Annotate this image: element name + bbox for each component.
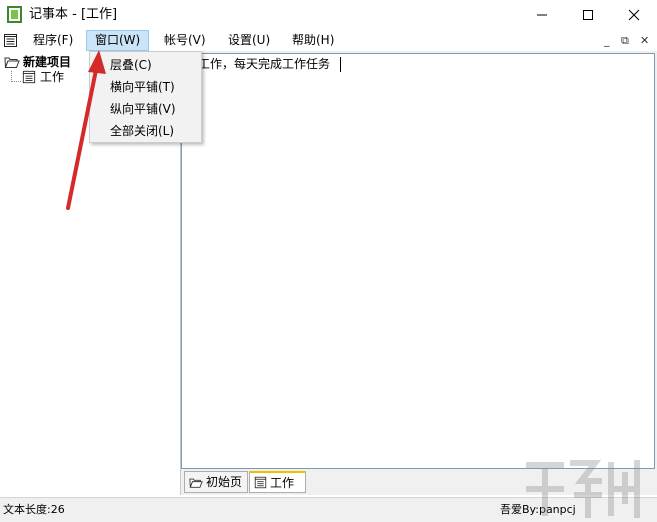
folder-icon — [189, 478, 203, 488]
text-length-status: 文本长度:26 — [3, 503, 65, 516]
tree-item-label: 工作 — [40, 70, 65, 84]
tree-item-work[interactable]: 工作 — [22, 69, 64, 85]
mdi-minimize-button[interactable]: _ — [604, 34, 610, 48]
mdi-close-button[interactable]: ✕ — [640, 34, 649, 48]
minimize-icon — [537, 14, 547, 16]
maximize-icon — [583, 10, 593, 20]
menu-help[interactable]: 帮助(H) — [284, 31, 342, 50]
text-caret — [340, 57, 341, 72]
folder-open-icon — [4, 57, 20, 68]
notepad-icon — [254, 476, 267, 489]
tree-root[interactable]: 新建项目 — [4, 54, 71, 70]
menu-program[interactable]: 程序(F) — [25, 31, 81, 50]
minimize-button[interactable] — [519, 0, 565, 30]
menu-item-tile-horizontal[interactable]: 横向平铺(T) — [110, 79, 175, 95]
tree-root-label: 新建项目 — [23, 55, 72, 69]
menu-item-cascade[interactable]: 层叠(C) — [110, 57, 152, 73]
close-button[interactable] — [611, 0, 657, 30]
watermark-logo — [526, 460, 640, 518]
tab-work[interactable]: 工作 — [249, 471, 306, 493]
notepad-icon — [22, 70, 36, 84]
tab-label: 初始页 — [206, 475, 243, 489]
menu-item-close-all[interactable]: 全部关闭(L) — [110, 123, 174, 139]
text-editor[interactable] — [181, 53, 655, 469]
editor-content[interactable]: 力工作，每天完成工作任务 — [186, 56, 330, 72]
menu-item-tile-vertical[interactable]: 纵向平铺(V) — [110, 101, 176, 117]
window-title: 记事本 - [工作] — [29, 7, 118, 22]
notepad-icon[interactable] — [3, 32, 19, 48]
menu-window[interactable]: 窗口(W) — [86, 30, 150, 51]
tree-connector — [11, 81, 21, 82]
close-icon — [628, 9, 640, 21]
menu-account[interactable]: 帐号(V) — [156, 31, 214, 50]
menu-settings[interactable]: 设置(U) — [220, 31, 278, 50]
app-icon — [7, 6, 22, 23]
mdi-restore-button[interactable]: ⧉ — [621, 34, 629, 48]
maximize-button[interactable] — [565, 0, 611, 30]
tab-start-page[interactable]: 初始页 — [184, 471, 248, 493]
tab-label: 工作 — [270, 475, 295, 490]
